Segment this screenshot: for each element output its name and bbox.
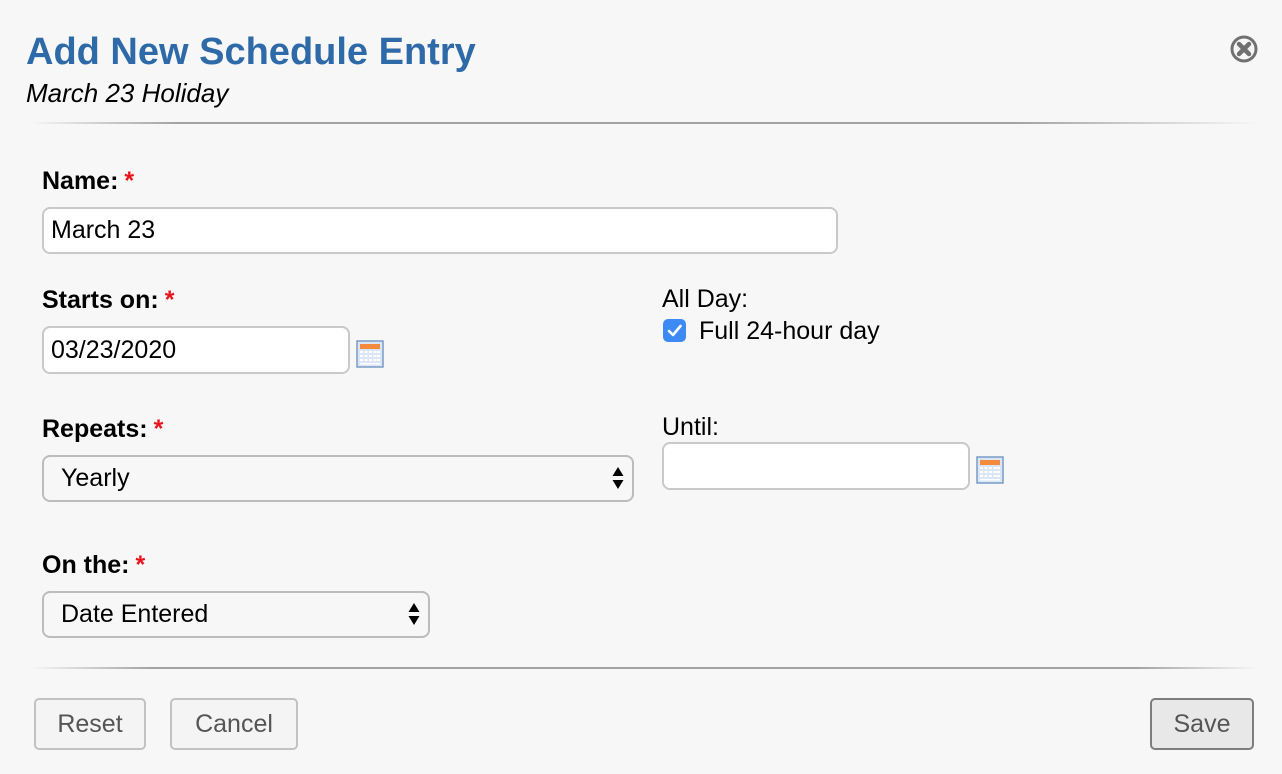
full-day-checkbox[interactable] [663,319,686,342]
required-marker: * [153,415,164,443]
name-label: Name: * [42,166,134,196]
schedule-entry-dialog: Add New Schedule Entry March 23 Holiday … [0,0,1282,774]
repeats-label: Repeats: * [42,414,163,444]
select-arrows-icon [408,603,420,625]
all-day-label: All Day: [662,285,749,313]
required-marker: * [135,551,146,579]
footer-divider [30,667,1258,669]
calendar-icon [976,456,1004,484]
starts-on-label: Starts on: * [42,285,174,315]
required-marker: * [164,286,175,314]
starts-on-label-text: Starts on: [42,286,159,314]
on-the-label: On the: * [42,550,145,580]
close-button[interactable] [1229,34,1259,64]
on-the-select[interactable]: Date Entered [42,591,430,638]
starts-on-date-input[interactable] [42,326,350,374]
select-arrows-icon [612,467,624,489]
on-the-label-text: On the: [42,551,130,579]
dialog-subtitle: March 23 Holiday [26,78,229,108]
repeats-select[interactable]: Yearly [42,455,634,502]
full-day-checkbox-label[interactable]: Full 24-hour day [699,316,880,346]
required-marker: * [124,167,135,195]
cancel-button[interactable]: Cancel [170,698,298,750]
on-the-selected-value: Date Entered [61,600,209,628]
checkmark-icon [667,324,682,337]
name-label-text: Name: [42,167,119,195]
close-circle-icon [1230,35,1258,63]
reset-button[interactable]: Reset [34,698,146,750]
starts-on-calendar-button[interactable] [356,340,384,368]
until-calendar-button[interactable] [976,456,1004,484]
until-label: Until: [662,413,719,441]
repeats-label-text: Repeats: [42,415,148,443]
repeats-selected-value: Yearly [61,464,130,492]
calendar-icon [356,340,384,368]
name-input[interactable] [42,207,838,254]
header-divider [30,122,1258,124]
until-date-input[interactable] [662,442,970,490]
dialog-title: Add New Schedule Entry [26,31,476,73]
save-button[interactable]: Save [1150,698,1254,750]
